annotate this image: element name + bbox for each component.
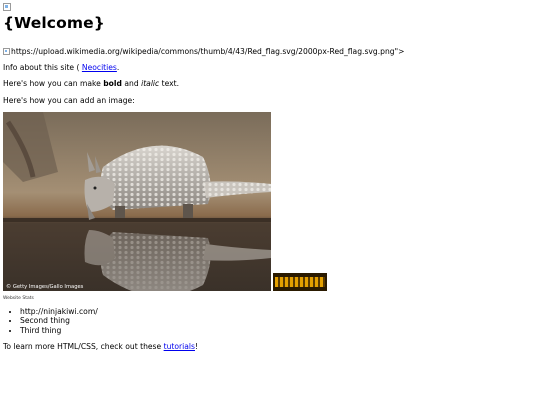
formatting-text-middle: and (121, 79, 142, 89)
animated-gif (273, 272, 327, 291)
bullet-list: http://ninjakiwi.com/ Second thing Third… (3, 307, 537, 335)
footer-text: To learn more HTML/CSS, check out these (3, 342, 164, 352)
neocities-link[interactable]: Neocities (82, 63, 117, 72)
broken-image-icon (3, 3, 11, 11)
list-item: Third thing (20, 326, 537, 335)
footer-paragraph: To learn more HTML/CSS, check out these … (3, 342, 537, 351)
armadillo-photo: © Getty Images/Gallo Images (3, 111, 271, 291)
formatting-paragraph: Here's how you can make bold and italic … (3, 79, 537, 88)
image-row: © Getty Images/Gallo Images (3, 111, 537, 291)
info-text-end: . (116, 62, 120, 72)
italic-text: italic (141, 79, 160, 89)
page: {Welcome} https://upload.wikimedia.org/w… (0, 0, 540, 352)
photo-credit: © Getty Images/Gallo Images (6, 283, 84, 290)
list-item: Second thing (20, 316, 537, 325)
broken-image-alt: https://upload.wikimedia.org/wikipedia/c… (11, 47, 405, 57)
broken-image-alt-text: https://upload.wikimedia.org/wikipedia/c… (3, 47, 537, 56)
footer-text-end: ! (194, 342, 199, 352)
image-caption: Website Stats (3, 295, 34, 301)
info-paragraph: Info about this site ( Neocities. (3, 63, 537, 72)
formatting-text: Here's how you can make (3, 79, 104, 89)
formatting-text-end: text. (159, 79, 180, 89)
page-title: {Welcome} (3, 14, 105, 32)
info-text: Info about this site ( (3, 62, 82, 72)
list-item: http://ninjakiwi.com/ (20, 307, 537, 316)
broken-image-icon (3, 48, 10, 56)
image-intro: Here's how you can add an image: (3, 95, 135, 105)
bold-text: bold (103, 79, 122, 89)
tutorials-link[interactable]: tutorials (164, 342, 195, 351)
